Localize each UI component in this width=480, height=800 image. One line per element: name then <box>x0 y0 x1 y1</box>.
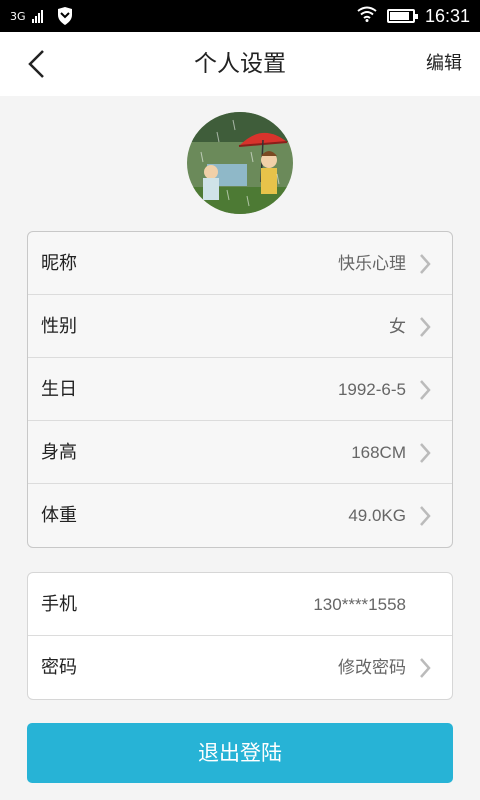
row-weight[interactable]: 体重 49.0KG <box>28 484 452 547</box>
edit-button[interactable]: 编辑 <box>426 32 462 96</box>
battery-level <box>389 12 409 20</box>
chevron-right-icon <box>420 658 431 678</box>
logout-button[interactable]: 退出登陆 <box>27 723 453 783</box>
chevron-right-icon <box>420 443 431 463</box>
row-birthday[interactable]: 生日 1992-6-5 <box>28 358 452 421</box>
back-arrow-icon <box>28 50 44 78</box>
status-left: 3G <box>10 0 73 32</box>
page-title: 个人设置 <box>194 51 286 77</box>
row-phone: 手机 130****1558 <box>28 573 452 636</box>
row-value: 130****1558 <box>313 595 406 614</box>
row-label: 性别 <box>41 316 77 337</box>
chevron-right-icon <box>420 380 431 400</box>
row-value: 49.0KG <box>348 506 406 525</box>
avatar-illustration <box>187 112 293 214</box>
account-card: 手机 130****1558 密码 修改密码 <box>27 572 453 700</box>
row-label: 手机 <box>41 594 77 615</box>
battery-icon <box>386 9 418 23</box>
profile-info-card: 昵称 快乐心理 性别 女 生日 1992-6-5 身高 168CM 体重 49.… <box>27 231 453 548</box>
wifi-icon <box>357 6 377 26</box>
row-value: 1992-6-5 <box>337 380 406 399</box>
shield-icon <box>57 7 73 25</box>
chevron-right-icon <box>420 317 431 337</box>
avatar[interactable] <box>187 112 293 214</box>
row-height[interactable]: 身高 168CM <box>28 421 452 484</box>
row-label: 身高 <box>41 442 77 463</box>
back-button[interactable] <box>18 46 54 82</box>
row-label: 密码 <box>41 657 77 678</box>
row-value: 修改密码 <box>338 658 406 677</box>
row-password[interactable]: 密码 修改密码 <box>28 636 452 699</box>
network-type: 3G <box>10 9 26 23</box>
row-label: 体重 <box>41 505 77 526</box>
chevron-right-icon <box>420 254 431 274</box>
row-gender[interactable]: 性别 女 <box>28 295 452 358</box>
row-value: 女 <box>389 317 406 336</box>
row-label: 昵称 <box>41 253 77 274</box>
chevron-right-icon <box>420 506 431 526</box>
row-value: 168CM <box>351 443 406 462</box>
row-value: 快乐心理 <box>338 254 406 273</box>
row-nickname[interactable]: 昵称 快乐心理 <box>28 232 452 295</box>
status-right: 16:31 <box>357 0 470 32</box>
nav-bar: 个人设置 编辑 <box>0 32 480 96</box>
status-bar: 3G 16:31 <box>0 0 480 32</box>
clock: 16:31 <box>424 5 470 26</box>
signal-icon <box>31 9 43 23</box>
row-label: 生日 <box>41 379 77 400</box>
